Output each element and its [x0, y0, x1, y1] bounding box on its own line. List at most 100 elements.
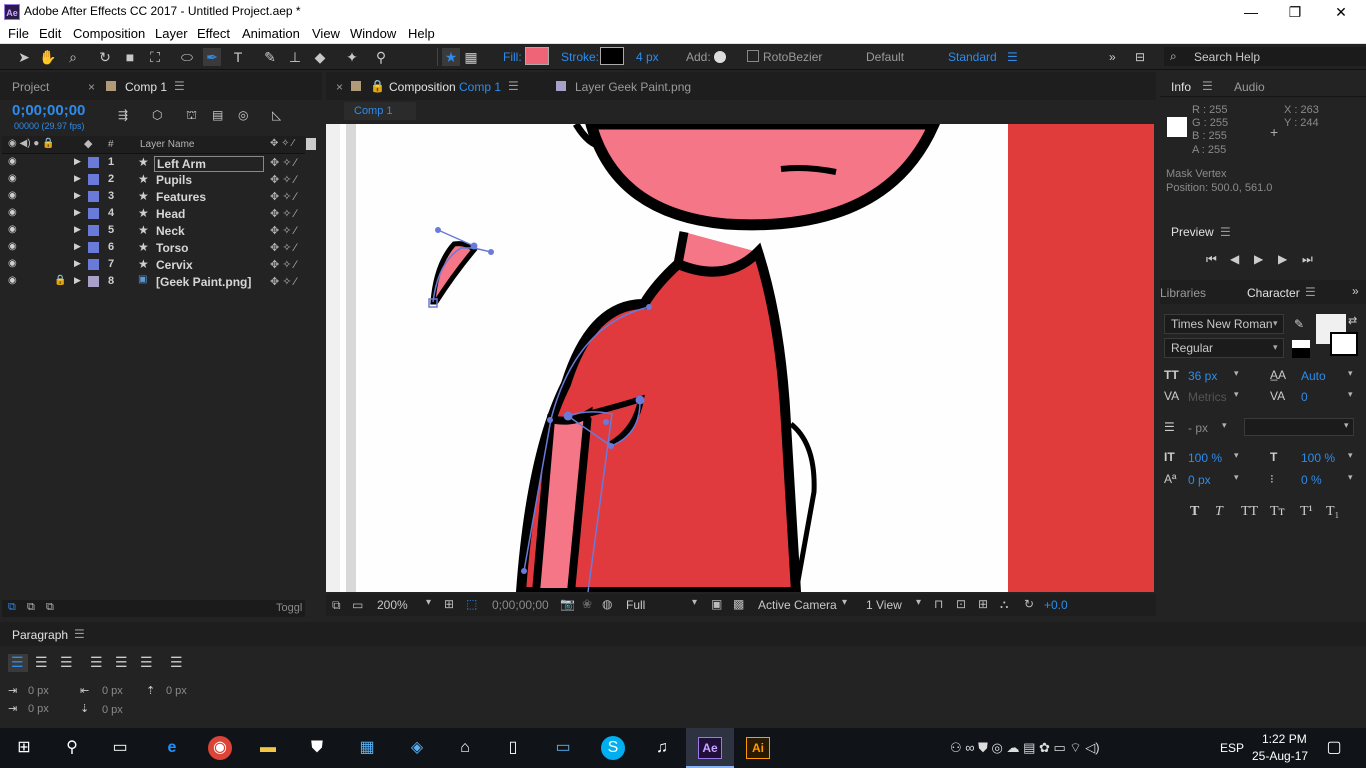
- snapshot-camera-icon[interactable]: 📷: [560, 597, 575, 611]
- reset-exposure-icon[interactable]: ↻: [1024, 597, 1034, 611]
- type-tool-icon[interactable]: T: [229, 48, 247, 66]
- search-layers-icon[interactable]: ⇶: [118, 108, 128, 122]
- size-chevron-down-icon[interactable]: ▾: [1234, 368, 1239, 379]
- panel-menu-icon[interactable]: ☰: [74, 627, 85, 641]
- ellipse-tool-icon[interactable]: ⬭: [178, 48, 196, 66]
- leading-chevron-down-icon[interactable]: ▾: [1348, 368, 1353, 379]
- tray-icons[interactable]: ⚇ ∞ ⛊ ◎ ☁ ▤ ✿ ▭ ⌔ ◁): [950, 740, 1100, 756]
- next-frame-icon[interactable]: ▶: [1278, 252, 1287, 266]
- layer-row[interactable]: ◉ ▶ 4 ★ Head ✥ ✧ ∕: [2, 205, 305, 222]
- eyedropper-icon[interactable]: ✎: [1294, 317, 1304, 331]
- expand-triangle-icon[interactable]: ▶: [74, 275, 81, 286]
- layer-row[interactable]: ◉ 🔒 ▶ 8 ▣ [Geek Paint.png] ✥ ✧ ∕: [2, 273, 305, 290]
- menu-window[interactable]: Window: [350, 26, 396, 41]
- overflow-chevron-icon[interactable]: »: [1109, 50, 1116, 64]
- document-icon[interactable]: ▯: [501, 736, 525, 760]
- expand-triangle-icon[interactable]: ▶: [74, 156, 81, 167]
- monitor-icon[interactable]: ▭: [352, 598, 363, 612]
- small-caps-button[interactable]: Tт: [1270, 504, 1285, 520]
- faux-italic-button[interactable]: T: [1215, 504, 1223, 520]
- add-vertex-icon[interactable]: [714, 51, 726, 63]
- exposure-value[interactable]: +0.0: [1044, 598, 1068, 612]
- expand-triangle-icon[interactable]: ▶: [74, 173, 81, 184]
- channel-rgb-icon[interactable]: ◍: [602, 597, 612, 611]
- expand-triangle-icon[interactable]: ▶: [74, 258, 81, 269]
- baseline-shift-value[interactable]: 0 px: [1188, 473, 1211, 487]
- skype-icon[interactable]: S: [601, 736, 625, 760]
- edge-browser-icon[interactable]: e: [160, 736, 184, 760]
- subscript-button[interactable]: T₁: [1326, 504, 1339, 520]
- timecode-display[interactable]: 0;00;00;00: [12, 102, 85, 119]
- visibility-eye-icon[interactable]: ◉: [8, 259, 20, 269]
- search-toggle-icon[interactable]: ⊟: [1135, 50, 1145, 64]
- last-frame-icon[interactable]: ⏭: [1302, 252, 1313, 267]
- illustrator-taskbar-icon[interactable]: Ai: [746, 737, 770, 759]
- layer-row[interactable]: ◉ ▶ 2 ★ Pupils ✥ ✧ ∕: [2, 171, 305, 188]
- viewer-timecode[interactable]: 0;00;00;00: [492, 598, 549, 612]
- layer-label-color[interactable]: [88, 174, 99, 185]
- font-family-dropdown[interactable]: Times New Roman: [1164, 314, 1284, 334]
- expand-triangle-icon[interactable]: ▶: [74, 224, 81, 235]
- superscript-button[interactable]: T¹: [1300, 504, 1313, 520]
- timeline-marker-icon[interactable]: [306, 138, 316, 150]
- menu-edit[interactable]: Edit: [39, 26, 61, 41]
- camera-chevron-down-icon[interactable]: ▾: [842, 597, 847, 608]
- puppet-pin-tool-icon[interactable]: ⚲: [372, 48, 390, 66]
- notifications-icon[interactable]: ▢: [1322, 736, 1346, 760]
- transparency-grid-icon[interactable]: ▩: [733, 597, 744, 611]
- layer-switches-icon[interactable]: ✥ ✧ ∕: [270, 156, 296, 169]
- previous-frame-icon[interactable]: ◀: [1230, 252, 1239, 266]
- tab-comp-1[interactable]: Comp 1: [125, 80, 167, 94]
- kerning-chevron-down-icon[interactable]: ▾: [1234, 389, 1239, 400]
- faux-bold-button[interactable]: T: [1190, 504, 1199, 520]
- justify-all-icon[interactable]: ☰: [170, 654, 183, 671]
- close-window-button[interactable]: ✕: [1318, 2, 1364, 22]
- composition-canvas[interactable]: [326, 124, 1154, 592]
- first-frame-icon[interactable]: ⏮: [1206, 252, 1217, 267]
- layer-switches-icon[interactable]: ✥ ✧ ∕: [270, 224, 296, 237]
- menu-composition[interactable]: Composition: [73, 26, 145, 41]
- align-left-button[interactable]: ☰: [8, 654, 28, 672]
- roto-brush-tool-icon[interactable]: ✦: [343, 48, 361, 66]
- visibility-eye-icon[interactable]: ◉: [8, 242, 20, 252]
- layer-name[interactable]: Left Arm: [154, 156, 264, 172]
- visibility-eye-icon[interactable]: ◉: [8, 191, 20, 201]
- fill-options-icon[interactable]: ▦: [462, 48, 480, 66]
- layer-row[interactable]: ◉ ▶ 7 ★ Cervix ✥ ✧ ∕: [2, 256, 305, 273]
- windows-start-icon[interactable]: ⊞: [12, 736, 36, 760]
- stroke-color-swatch[interactable]: [600, 47, 624, 65]
- visibility-eye-icon[interactable]: ◉: [8, 208, 20, 218]
- tracking-chevron-down-icon[interactable]: ▾: [1348, 389, 1353, 400]
- leading-value[interactable]: Auto: [1301, 369, 1326, 383]
- vertical-scale-value[interactable]: 100 %: [1188, 451, 1222, 465]
- workspace-menu-icon[interactable]: ☰: [1007, 50, 1018, 64]
- layer-row[interactable]: ◉ ▶ 3 ★ Features ✥ ✧ ∕: [2, 188, 305, 205]
- resolution-dropdown[interactable]: Full: [626, 598, 645, 612]
- toggle-pixel-aspect-icon[interactable]: ⊓: [934, 597, 943, 611]
- justify-right-icon[interactable]: ☰: [140, 654, 153, 671]
- timeline-icon[interactable]: ⊞: [978, 597, 988, 611]
- resolution-chevron-down-icon[interactable]: ▾: [692, 597, 697, 608]
- panel-menu-icon[interactable]: ☰: [508, 79, 519, 93]
- layer-switches-icon[interactable]: ✥ ✧ ∕: [270, 173, 296, 186]
- workspace-standard[interactable]: Standard: [948, 50, 997, 64]
- display-app-icon[interactable]: ▭: [551, 736, 575, 760]
- brush-tool-icon[interactable]: ✎: [261, 48, 279, 66]
- store-icon[interactable]: ⛊: [305, 736, 329, 760]
- layer-label-color[interactable]: [88, 225, 99, 236]
- menu-effect[interactable]: Effect: [197, 26, 230, 41]
- tab-layer[interactable]: Layer Geek Paint.png: [575, 80, 691, 94]
- menu-help[interactable]: Help: [408, 26, 435, 41]
- font-style-dropdown[interactable]: Regular: [1164, 338, 1284, 358]
- file-explorer-icon[interactable]: ▬: [256, 736, 280, 760]
- layer-label-color[interactable]: [88, 276, 99, 287]
- minimize-button[interactable]: —: [1228, 2, 1274, 22]
- layer-name[interactable]: Neck: [156, 224, 185, 238]
- comp-flowchart-icon[interactable]: ⬡: [152, 108, 162, 122]
- expand-duration-icon[interactable]: ⧉: [46, 601, 54, 614]
- visibility-eye-icon[interactable]: ◉: [8, 276, 20, 286]
- style-chevron-down-icon[interactable]: ▾: [1273, 342, 1278, 353]
- input-language[interactable]: ESP: [1220, 741, 1244, 755]
- play-icon[interactable]: ▶: [1254, 252, 1263, 266]
- swap-colors-icon[interactable]: ⇄: [1348, 314, 1357, 327]
